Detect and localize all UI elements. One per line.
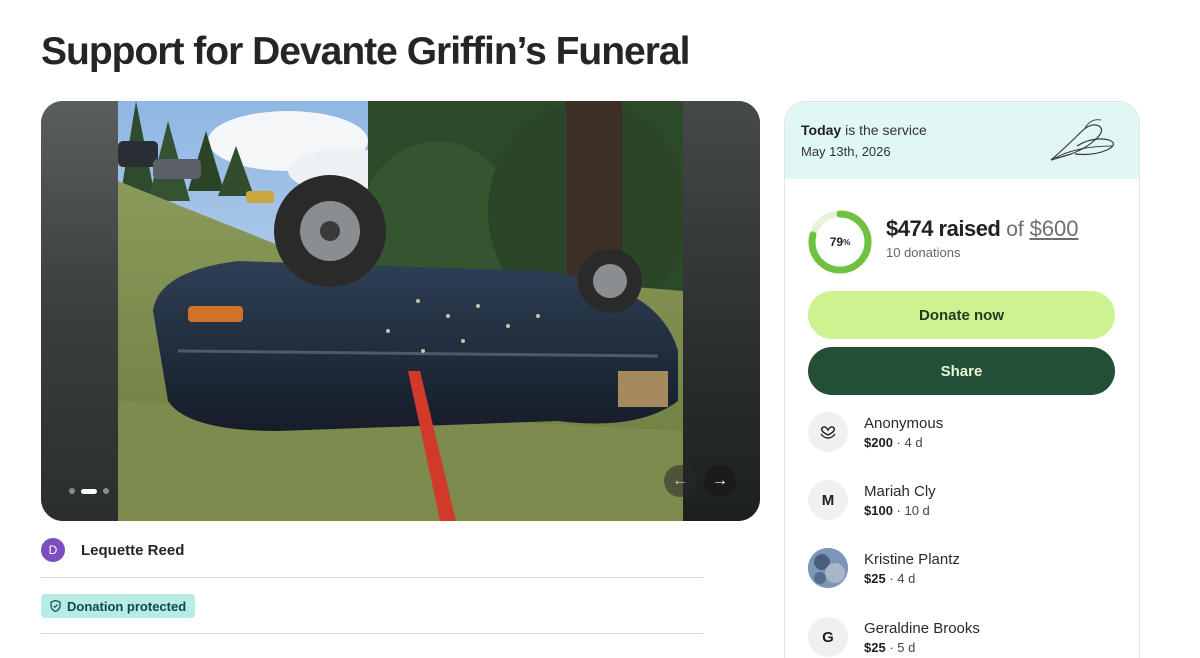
carousel-dots [69,488,109,494]
donation-protected-badge[interactable]: Donation protected [41,594,196,618]
carousel-dot[interactable] [69,488,75,494]
gallery-prev-button[interactable]: ← [664,465,696,497]
donor-avatar: G [808,617,848,657]
heart-hands-icon [808,412,848,452]
leaf-icon [1050,119,1115,161]
gallery-blur-left [41,101,118,521]
progress-summary: 79% $474 raised of $600 10 donations [808,210,1079,274]
progress-percent: 79% [829,235,851,249]
gallery-blur-right [683,101,760,521]
donations-count: 10 donations [886,245,961,260]
donor-name: Anonymous [864,414,944,432]
donor-avatar: M [808,480,848,520]
donor-meta: $25 · 4 d [864,570,916,586]
donor-meta: $25 · 5 d [864,639,916,655]
donor-item[interactable]: Anonymous $200 · 4 d [808,412,943,452]
arrow-left-icon: ← [672,472,688,489]
organizer[interactable]: D Lequette Reed [41,538,184,562]
page-title: Support for Devante Griffin’s Funeral [41,30,690,73]
photo-gallery[interactable]: ← → [41,101,760,521]
service-banner: Today is the service May 13th, 2026 [785,102,1139,179]
donor-item[interactable]: G Geraldine Brooks $25 · 5 d [808,617,980,657]
carousel-dot-active[interactable] [81,488,97,494]
arrow-right-icon: → [712,472,728,489]
organizer-name[interactable]: Lequette Reed [81,542,184,559]
donor-name: Geraldine Brooks [864,619,980,637]
raised-of: of [1000,218,1030,241]
donor-name: Kristine Plantz [864,550,960,568]
divider [41,633,703,634]
divider [41,577,703,578]
donor-name: Mariah Cly [864,482,936,500]
badge-label: Donation protected [67,598,187,614]
share-button[interactable]: Share [808,347,1115,395]
today-label: Today [801,122,842,138]
campaign-photo [118,101,683,521]
donor-meta: $200 · 4 d [864,434,923,450]
donor-item[interactable]: Kristine Plantz $25 · 4 d [808,548,960,588]
donor-meta: $100 · 10 d [864,502,930,518]
carousel-dot[interactable] [103,488,109,494]
donate-button[interactable]: Donate now [808,291,1115,339]
raised-line: $474 raised of $600 [886,216,1079,242]
donation-card: Today is the service May 13th, 2026 79% … [784,101,1140,658]
raised-amount: $474 raised [886,216,1001,241]
goal-amount[interactable]: $600 [1030,216,1079,241]
service-text: is the service [841,122,927,138]
progress-ring: 79% [808,210,872,274]
photo-avatar [808,548,848,588]
shield-icon [50,600,61,612]
organizer-avatar: D [41,538,65,562]
gallery-next-button[interactable]: → [704,465,736,497]
donor-item[interactable]: M Mariah Cly $100 · 10 d [808,480,936,520]
